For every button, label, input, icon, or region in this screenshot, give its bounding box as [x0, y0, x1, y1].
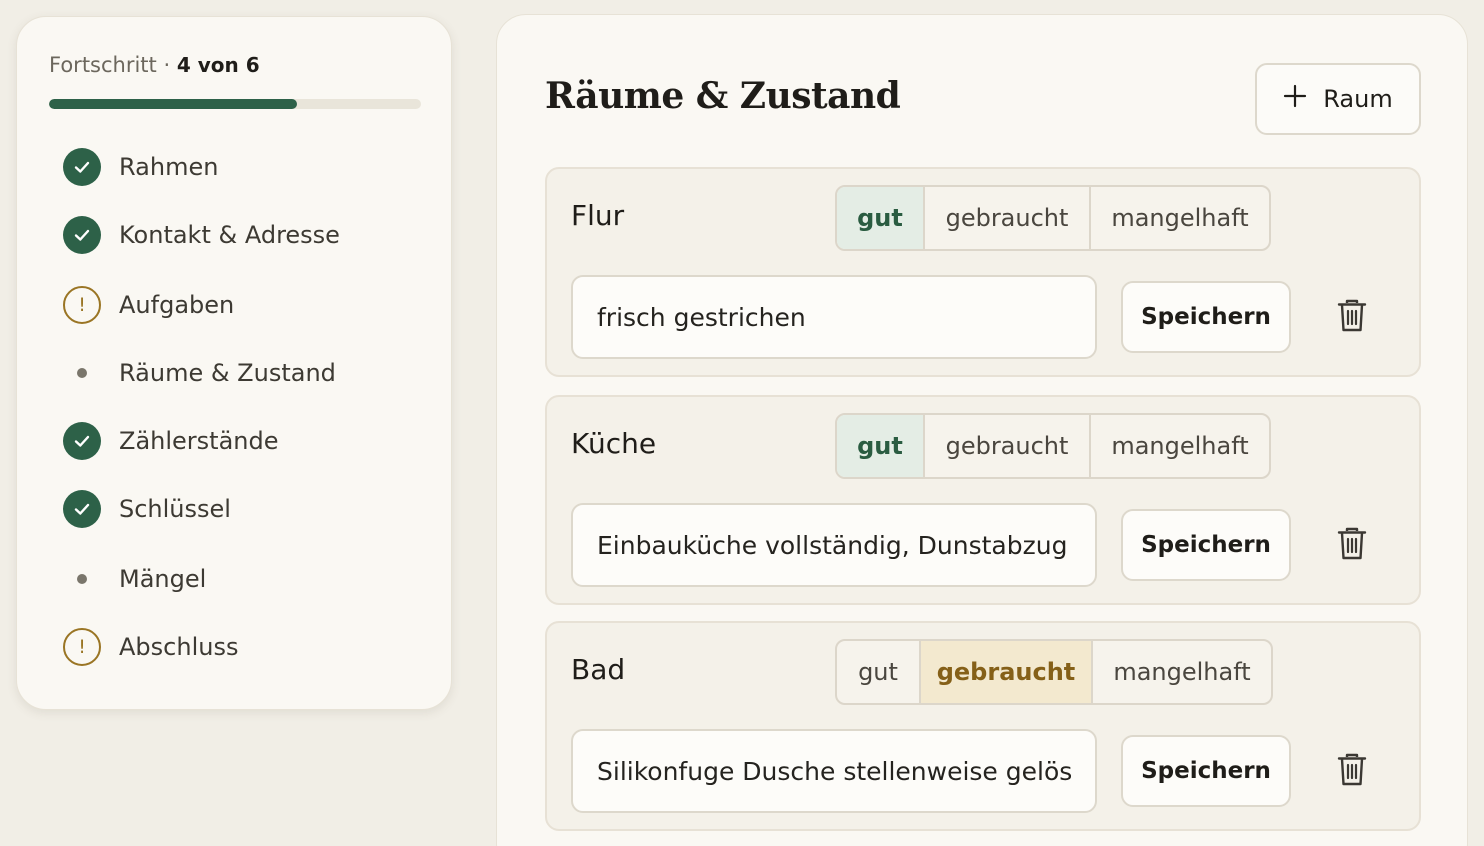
save-button[interactable]: Speichern [1121, 281, 1291, 353]
step-label: Kontakt & Adresse [119, 221, 340, 249]
room-card-kueche: Küche gut gebraucht mangelhaft Speichern [545, 395, 1421, 605]
step-abschluss[interactable]: ! Abschluss [63, 627, 238, 667]
condition-selector: gut gebraucht mangelhaft [835, 185, 1271, 251]
check-circle-icon [63, 422, 101, 460]
save-button[interactable]: Speichern [1121, 735, 1291, 807]
condition-option-gebraucht[interactable]: gebraucht [925, 415, 1091, 477]
progress-label: Fortschritt · 4 von 6 [49, 53, 260, 77]
condition-option-mangelhaft[interactable]: mangelhaft [1091, 415, 1269, 477]
room-name: Küche [571, 427, 657, 460]
step-schluessel[interactable]: Schlüssel [63, 489, 231, 529]
add-room-label: Raum [1323, 85, 1393, 113]
step-label: Schlüssel [119, 495, 231, 523]
condition-option-mangelhaft[interactable]: mangelhaft [1091, 187, 1269, 249]
progress-sidebar: Fortschritt · 4 von 6 Rahmen Kontakt & A… [16, 16, 452, 710]
trash-icon[interactable] [1337, 299, 1371, 333]
trash-icon[interactable] [1337, 753, 1371, 787]
trash-icon[interactable] [1337, 527, 1371, 561]
warning-circle-icon: ! [63, 286, 101, 324]
step-kontakt-adresse[interactable]: Kontakt & Adresse [63, 215, 340, 255]
progress-count: 4 von 6 [176, 53, 260, 77]
room-name: Flur [571, 199, 625, 232]
step-label: Abschluss [119, 633, 239, 661]
step-label: Zählerstände [119, 427, 279, 455]
room-note-input[interactable] [571, 275, 1097, 359]
check-circle-icon [63, 148, 101, 186]
condition-option-gut[interactable]: gut [837, 415, 925, 477]
step-label: Rahmen [119, 153, 219, 181]
dot-icon [63, 560, 101, 598]
dot-icon [63, 354, 101, 392]
page-title: Räume & Zustand [545, 75, 901, 117]
plus-icon [1283, 80, 1307, 114]
step-zaehlerstaende[interactable]: Zählerstände [63, 421, 279, 461]
room-name: Bad [571, 653, 626, 686]
step-rahmen[interactable]: Rahmen [63, 147, 218, 187]
condition-option-mangelhaft[interactable]: mangelhaft [1093, 641, 1271, 703]
step-label: Mängel [119, 565, 207, 593]
room-note-input[interactable] [571, 729, 1097, 813]
rooms-panel: Räume & Zustand Raum Flur gut gebraucht … [496, 14, 1468, 846]
add-room-button[interactable]: Raum [1255, 63, 1421, 135]
condition-selector: gut gebraucht mangelhaft [835, 639, 1273, 705]
step-maengel[interactable]: Mängel [63, 559, 206, 599]
check-circle-icon [63, 490, 101, 528]
condition-selector: gut gebraucht mangelhaft [835, 413, 1271, 479]
progress-bar [49, 99, 421, 109]
save-button[interactable]: Speichern [1121, 509, 1291, 581]
progress-separator: · [163, 53, 171, 77]
step-raeume-zustand[interactable]: Räume & Zustand [63, 353, 336, 393]
room-card-bad: Bad gut gebraucht mangelhaft Speichern [545, 621, 1421, 831]
condition-option-gebraucht[interactable]: gebraucht [921, 641, 1093, 703]
step-label: Räume & Zustand [119, 359, 336, 387]
check-circle-icon [63, 216, 101, 254]
progress-label-text: Fortschritt [49, 53, 157, 77]
progress-bar-fill [49, 99, 297, 109]
room-card-flur: Flur gut gebraucht mangelhaft Speichern [545, 167, 1421, 377]
condition-option-gut[interactable]: gut [837, 187, 925, 249]
step-label: Aufgaben [119, 291, 235, 319]
warning-circle-icon: ! [63, 628, 101, 666]
condition-option-gut[interactable]: gut [837, 641, 921, 703]
condition-option-gebraucht[interactable]: gebraucht [925, 187, 1091, 249]
room-note-input[interactable] [571, 503, 1097, 587]
step-aufgaben[interactable]: ! Aufgaben [63, 285, 234, 325]
